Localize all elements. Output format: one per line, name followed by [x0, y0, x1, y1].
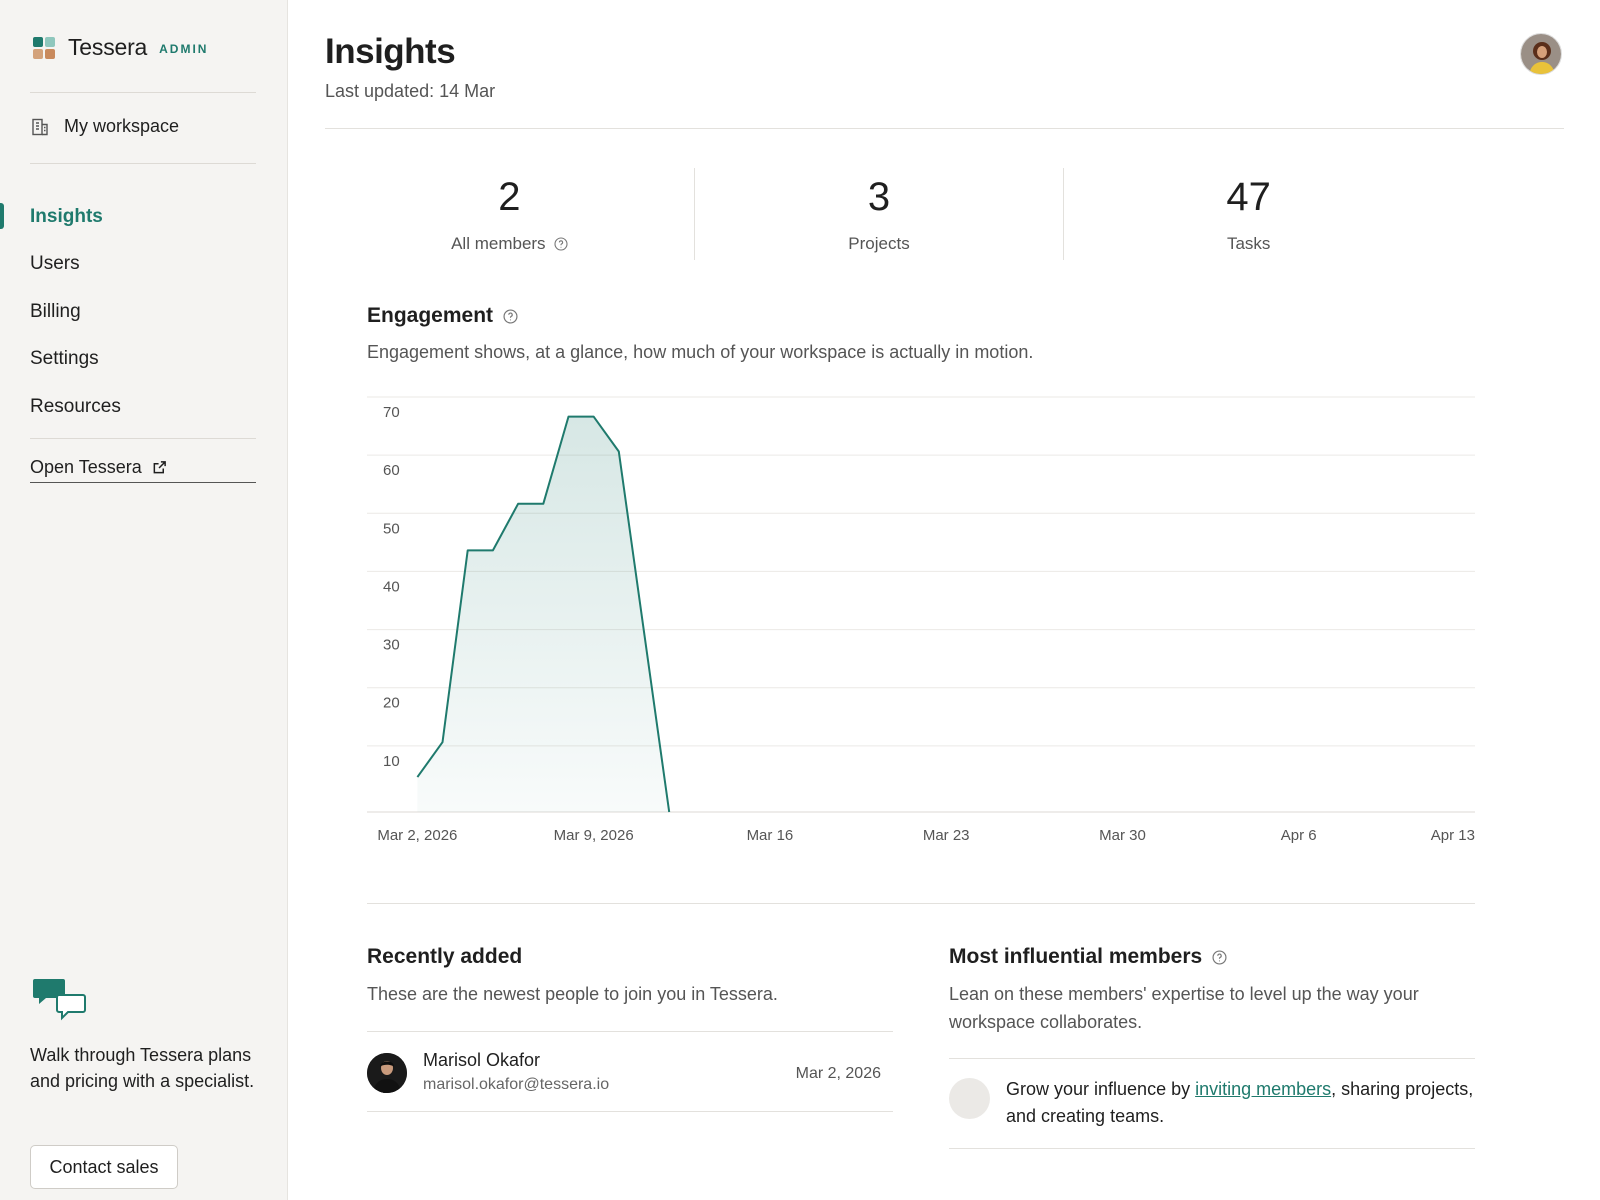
x-tick-label: Apr 6 — [1281, 827, 1317, 844]
influential-title: Most influential members — [949, 945, 1227, 969]
y-tick-label: 10 — [383, 753, 400, 770]
stat-value: 2 — [498, 175, 521, 219]
header-divider — [325, 128, 1564, 129]
engagement-chart: 10 20 30 40 50 60 70 Mar 2, 2026 Mar 9, 2026 Mar … — [367, 396, 1475, 844]
sidebar-nav: Insights Users Billing Settings Resource… — [0, 193, 288, 431]
y-tick-label: 30 — [383, 637, 400, 654]
stat-projects: 3 Projects — [693, 168, 1064, 260]
my-workspace-link[interactable]: My workspace — [30, 116, 179, 137]
help-icon[interactable] — [554, 237, 568, 251]
sidebar-item-label: Resources — [30, 395, 121, 417]
last-updated: Last updated: 14 Mar — [325, 81, 496, 101]
sidebar-item-settings[interactable]: Settings — [0, 336, 288, 384]
sidebar: Tessera ADMIN My workspace Insights User… — [0, 0, 288, 1200]
sidebar-item-label: Settings — [30, 348, 99, 370]
influential-empty-text: Grow your influence by inviting members,… — [1006, 1076, 1476, 1130]
member-avatar — [367, 1053, 407, 1093]
open-tessera-label: Open Tessera — [30, 457, 142, 477]
recently-added-title-text: Recently added — [367, 945, 523, 968]
stats-row: 2 All members 3 Projects 47 Tasks — [325, 168, 1433, 260]
promo-text: Walk through Tessera plans and pricing w… — [30, 1045, 255, 1091]
series-area — [417, 416, 670, 812]
list-divider — [367, 1111, 893, 1112]
page-title: Insights — [325, 32, 456, 71]
building-icon — [32, 118, 48, 135]
stat-label: Projects — [848, 234, 910, 253]
sidebar-divider — [30, 92, 256, 93]
stat-all-members: 2 All members — [325, 168, 694, 260]
sidebar-item-users[interactable]: Users — [0, 241, 288, 289]
x-tick-label: Mar 30 — [1099, 827, 1146, 844]
open-tessera-link[interactable]: Open Tessera — [30, 457, 256, 483]
help-icon[interactable] — [1212, 949, 1227, 965]
brand[interactable]: Tessera ADMIN — [33, 34, 208, 61]
stat-label: All members — [451, 234, 546, 253]
x-tick-label: Mar 9, 2026 — [554, 827, 634, 844]
contact-sales-button[interactable]: Contact sales — [30, 1145, 178, 1189]
recently-added-title: Recently added — [367, 945, 522, 969]
sidebar-item-label: Billing — [30, 300, 81, 322]
recently-added-description: These are the newest people to join you … — [367, 984, 778, 1004]
external-link-icon — [153, 461, 166, 474]
influential-title-text: Most influential members — [949, 945, 1203, 968]
admin-badge: ADMIN — [159, 42, 209, 56]
list-divider — [949, 1148, 1475, 1149]
y-tick-label: 40 — [383, 578, 400, 595]
logo-icon — [33, 36, 55, 59]
stat-label-wrap: Tasks — [1227, 234, 1270, 254]
y-tick-label: 70 — [383, 404, 400, 421]
member-name: Marisol Okafor — [423, 1050, 541, 1070]
engagement-title: Engagement — [367, 304, 518, 328]
x-tick-label: Mar 2, 2026 — [377, 827, 457, 844]
section-divider — [367, 903, 1475, 904]
engagement-title-text: Engagement — [367, 304, 494, 327]
stat-label: Tasks — [1226, 234, 1271, 253]
member-email: marisol.okafor@tessera.io — [423, 1076, 610, 1093]
stat-value: 47 — [1226, 175, 1271, 219]
sidebar-item-billing[interactable]: Billing — [0, 288, 288, 336]
sidebar-item-insights[interactable]: Insights — [0, 193, 288, 241]
my-workspace-label: My workspace — [64, 116, 180, 136]
sidebar-item-resources[interactable]: Resources — [0, 383, 288, 431]
x-tick-label: Mar 23 — [923, 827, 970, 844]
list-divider — [949, 1058, 1475, 1059]
empty-text-prefix: Grow your influence by — [1006, 1079, 1196, 1099]
help-icon[interactable] — [503, 308, 518, 324]
sidebar-divider — [30, 438, 256, 439]
chat-bubbles-icon — [33, 979, 86, 1021]
user-avatar[interactable] — [1520, 33, 1562, 75]
y-tick-label: 50 — [383, 520, 400, 537]
member-joined-date: Mar 2, 2026 — [795, 1065, 881, 1082]
list-item[interactable]: Marisol Okafor marisol.okafor@tessera.io… — [367, 1032, 893, 1112]
stat-value: 3 — [867, 175, 891, 219]
x-tick-label: Mar 16 — [747, 827, 794, 844]
sidebar-divider — [30, 163, 256, 164]
placeholder-avatar — [949, 1078, 990, 1119]
avatar-image — [1521, 34, 1561, 74]
y-tick-label: 20 — [383, 695, 400, 712]
sidebar-item-label: Users — [30, 253, 80, 275]
brand-name: Tessera — [68, 34, 148, 60]
y-tick-label: 60 — [383, 462, 400, 479]
invite-members-link[interactable]: inviting members — [1195, 1079, 1331, 1099]
engagement-description: Engagement shows, at a glance, how much … — [367, 342, 1034, 362]
sidebar-item-label: Insights — [30, 205, 103, 227]
stat-label-wrap: Projects — [848, 234, 909, 254]
x-tick-label: Apr 13 — [1431, 827, 1475, 844]
stat-label-wrap: All members — [451, 234, 568, 254]
influential-description: Lean on these members' expertise to leve… — [949, 984, 1419, 1032]
stat-tasks: 47 Tasks — [1063, 168, 1433, 260]
